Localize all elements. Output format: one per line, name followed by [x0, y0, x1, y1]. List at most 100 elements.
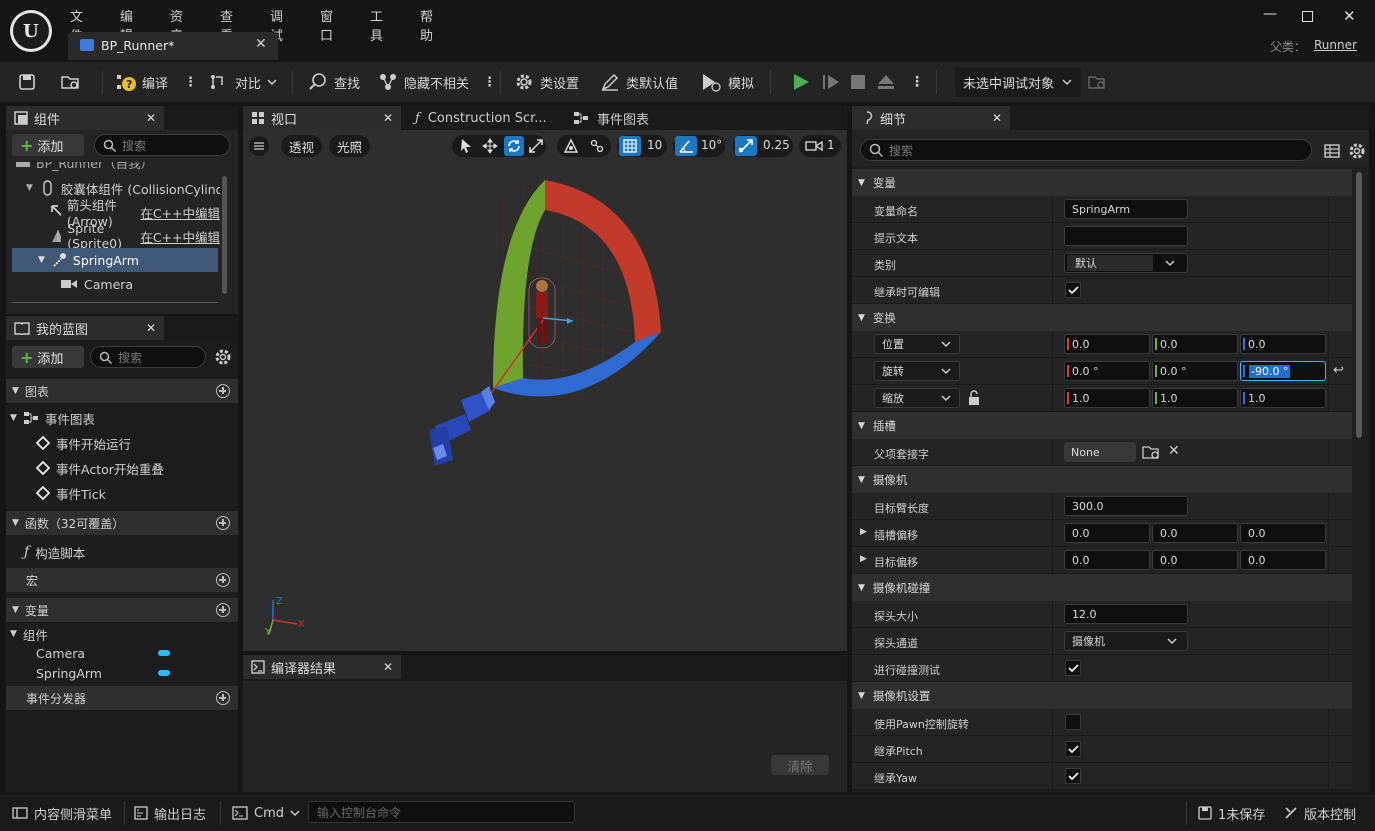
- cmd-selector[interactable]: Cmd: [232, 803, 300, 823]
- location-y-input[interactable]: 0.0: [1152, 334, 1238, 354]
- settings-gear-icon[interactable]: [1348, 142, 1366, 160]
- collapse-arrow-icon[interactable]: ▼: [38, 255, 45, 265]
- step-button[interactable]: [822, 68, 840, 96]
- event-item[interactable]: 事件开始运行: [36, 431, 131, 455]
- location-x-input[interactable]: 0.0: [1064, 334, 1150, 354]
- close-tab-icon[interactable]: ✕: [255, 36, 267, 52]
- menu-help[interactable]: 帮助: [420, 6, 433, 44]
- probe-channel-select[interactable]: 摄像机: [1064, 631, 1188, 651]
- eject-button[interactable]: [877, 68, 895, 96]
- clear-socket-icon[interactable]: ✕: [1168, 443, 1180, 459]
- editable-checkbox[interactable]: [1065, 282, 1081, 298]
- section-variables[interactable]: ▼ 变量: [6, 598, 238, 622]
- construction-script-item[interactable]: ƒ 构造脚本: [24, 540, 85, 564]
- pawn-rotation-checkbox[interactable]: [1065, 714, 1081, 730]
- property-matrix-icon[interactable]: [1324, 143, 1340, 159]
- find-button[interactable]: 查找: [308, 68, 360, 96]
- unlock-icon[interactable]: [966, 390, 982, 406]
- reset-to-default-icon[interactable]: ↩: [1333, 363, 1344, 378]
- add-graph-icon[interactable]: [216, 384, 230, 398]
- stop-button[interactable]: [850, 68, 866, 96]
- menu-window[interactable]: 窗口: [320, 6, 333, 44]
- add-component-button[interactable]: + 添加: [12, 134, 84, 156]
- components-tab[interactable]: 组件 ✕: [6, 106, 164, 130]
- variable-item-springarm[interactable]: SpringArm: [36, 661, 170, 685]
- details-scrollbar[interactable]: [1356, 172, 1362, 438]
- viewport[interactable]: 透视 光照 10 10° 0.25 1 Z X Y: [243, 130, 847, 651]
- menu-tools[interactable]: 工具: [370, 6, 383, 44]
- category-camera-settings[interactable]: ▼ 摄像机设置: [852, 682, 1352, 709]
- socket-offset-z-input[interactable]: 0.0: [1240, 523, 1326, 543]
- hide-options-icon[interactable]: ⋮: [483, 75, 496, 90]
- rotation-mode-select[interactable]: 旋转: [874, 361, 960, 381]
- add-blueprint-item-button[interactable]: + 添加: [12, 346, 84, 368]
- expand-arrow-icon[interactable]: ▶: [860, 527, 867, 537]
- class-defaults-button[interactable]: 类默认值: [600, 68, 678, 96]
- diff-button[interactable]: 对比: [209, 68, 277, 96]
- inherit-yaw-checkbox[interactable]: [1065, 768, 1081, 784]
- rotation-x-input[interactable]: 0.0 °: [1064, 361, 1150, 381]
- play-button[interactable]: [792, 68, 810, 96]
- section-functions[interactable]: ▼ 函数（32可覆盖）: [6, 511, 238, 535]
- simulate-button[interactable]: 模拟: [700, 68, 754, 96]
- parent-class-link[interactable]: Runner: [1314, 38, 1357, 52]
- scene-canvas[interactable]: [243, 130, 847, 651]
- arm-length-input[interactable]: 300.0: [1064, 496, 1188, 516]
- socket-offset-x-input[interactable]: 0.0: [1064, 523, 1150, 543]
- content-drawer-button[interactable]: 内容侧滑菜单: [12, 803, 112, 823]
- rotation-y-input[interactable]: 0.0 °: [1152, 361, 1238, 381]
- probe-size-input[interactable]: 12.0: [1064, 604, 1188, 624]
- tab-viewport[interactable]: 视口 ✕: [243, 106, 401, 130]
- close-window-icon[interactable]: ✕: [1343, 7, 1356, 25]
- details-tab[interactable]: 细节 ✕: [852, 106, 1010, 130]
- browse-socket-icon[interactable]: [1142, 444, 1160, 460]
- clear-button[interactable]: 清除: [771, 755, 829, 775]
- blueprint-search-input[interactable]: 搜索: [90, 346, 206, 368]
- category-variable[interactable]: ▼ 变量: [852, 169, 1352, 196]
- scale-y-input[interactable]: 1.0: [1152, 388, 1238, 408]
- parent-socket-field[interactable]: None: [1064, 442, 1136, 462]
- collision-test-checkbox[interactable]: [1065, 660, 1081, 676]
- compiler-results-tab[interactable]: 编译器结果 ✕: [243, 655, 401, 679]
- save-button[interactable]: [18, 68, 36, 96]
- add-function-icon[interactable]: [216, 516, 230, 530]
- add-variable-icon[interactable]: [216, 603, 230, 617]
- tree-item-springarm[interactable]: ▼ SpringArm: [38, 248, 139, 272]
- unreal-logo-icon[interactable]: U: [10, 10, 52, 52]
- debug-browse-icon[interactable]: [1088, 74, 1108, 90]
- debug-target-select[interactable]: 未选中调试对象: [955, 67, 1081, 97]
- source-control-button[interactable]: 版本控制: [1284, 803, 1356, 823]
- rotation-z-input[interactable]: -90.0 °: [1240, 361, 1326, 381]
- expand-arrow-icon[interactable]: ▶: [860, 554, 867, 564]
- edit-in-cpp-link[interactable]: 在C++中编辑: [140, 227, 220, 246]
- target-offset-x-input[interactable]: 0.0: [1064, 550, 1150, 570]
- play-options-icon[interactable]: ⋮: [910, 74, 924, 90]
- inherit-pitch-checkbox[interactable]: [1065, 741, 1081, 757]
- category-combo[interactable]: 默认: [1064, 253, 1188, 273]
- close-panel-icon[interactable]: ✕: [146, 321, 156, 335]
- console-command-input[interactable]: 输入控制台命令: [308, 801, 575, 823]
- my-blueprint-tab[interactable]: 我的蓝图 ✕: [6, 316, 164, 340]
- category-camera-collision[interactable]: ▼ 摄像机碰撞: [852, 574, 1352, 601]
- document-tab[interactable]: BP_Runner* ✕: [68, 32, 278, 60]
- output-log-button[interactable]: 输出日志: [134, 803, 206, 823]
- hide-unrelated-button[interactable]: 隐藏不相关 ⋮: [378, 68, 496, 96]
- component-search-input[interactable]: 搜索: [94, 134, 230, 156]
- socket-offset-y-input[interactable]: 0.0: [1152, 523, 1238, 543]
- settings-gear-icon[interactable]: [214, 348, 232, 366]
- minimize-icon[interactable]: —: [1263, 6, 1277, 22]
- event-item[interactable]: 事件Actor开始重叠: [36, 456, 164, 480]
- target-offset-z-input[interactable]: 0.0: [1240, 550, 1326, 570]
- close-panel-icon[interactable]: ✕: [383, 660, 393, 674]
- event-item[interactable]: 事件Tick: [36, 481, 106, 505]
- class-settings-button[interactable]: 类设置: [514, 68, 579, 96]
- tree-item-sprite[interactable]: Sprite (Sprite0) 在C++中编辑: [50, 221, 220, 251]
- unsaved-button[interactable]: 1未保存: [1198, 803, 1265, 823]
- category-socket[interactable]: ▼ 插槽: [852, 412, 1352, 439]
- scale-z-input[interactable]: 1.0: [1240, 388, 1326, 408]
- close-tab-icon[interactable]: ✕: [383, 111, 393, 125]
- tooltip-input[interactable]: [1064, 226, 1188, 246]
- target-offset-y-input[interactable]: 0.0: [1152, 550, 1238, 570]
- compile-button[interactable]: ? 编译 ⋮: [116, 68, 197, 96]
- close-panel-icon[interactable]: ✕: [992, 111, 1002, 125]
